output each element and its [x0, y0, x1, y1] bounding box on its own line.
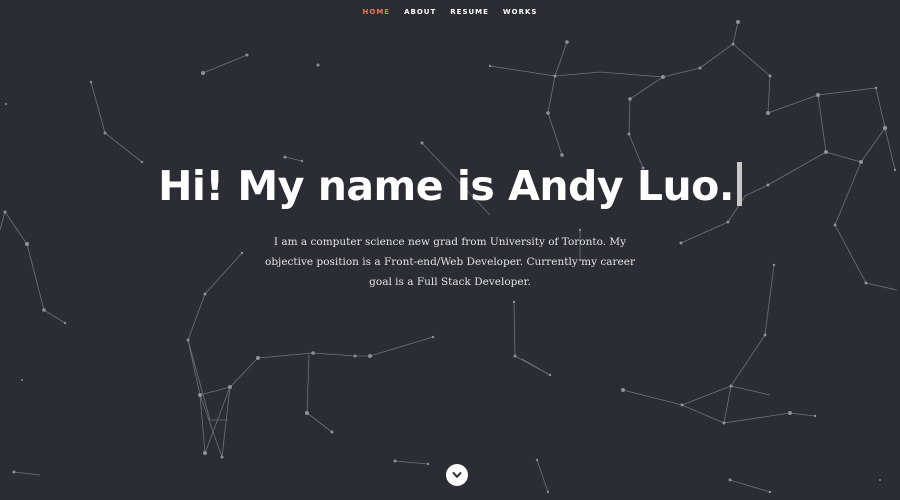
- main-nav: HOME ABOUT RESUME WORKS: [0, 6, 900, 18]
- typing-cursor: [736, 162, 742, 206]
- hero-description: I am a computer science new grad from Un…: [265, 236, 635, 288]
- nav-works-link[interactable]: WORKS: [503, 6, 538, 18]
- nav-resume-link[interactable]: RESUME: [450, 6, 489, 18]
- chevron-down-icon: [452, 472, 462, 478]
- nav-home-link[interactable]: HOME: [363, 6, 391, 18]
- hero-section: Hi! My name is Andy Luo. I am a computer…: [150, 160, 750, 292]
- hero-heading: Hi! My name is Andy Luo.: [150, 160, 750, 212]
- nav-about-link[interactable]: ABOUT: [404, 6, 436, 18]
- scroll-down-button[interactable]: [446, 464, 468, 486]
- hero-heading-text: Hi! My name is Andy Luo.: [158, 162, 734, 210]
